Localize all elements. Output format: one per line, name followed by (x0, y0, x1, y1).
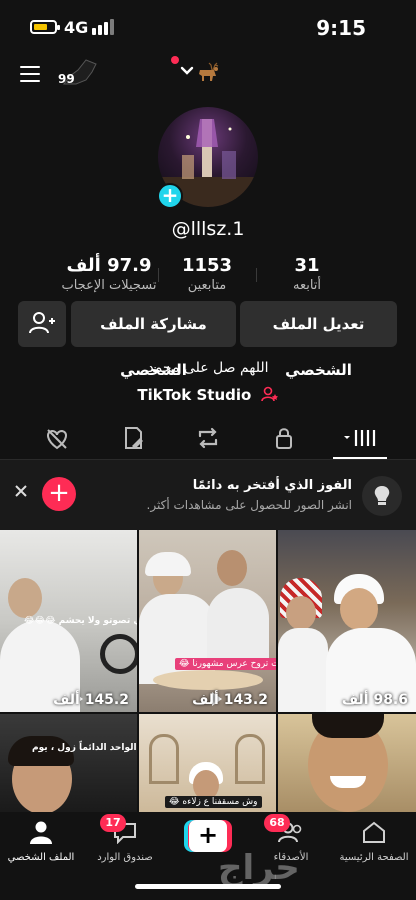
following-label: أتابعه (292, 278, 322, 293)
chevron-down-icon[interactable] (180, 66, 194, 76)
add-friends-button[interactable] (18, 301, 66, 347)
video-thumbnail[interactable]: وش مسقفنا ع زلاءه 😂 (139, 714, 276, 812)
share-profile-button[interactable]: مشاركة الملف الشخصي (71, 301, 236, 379)
video-views: 143.2 ألف (192, 692, 268, 708)
username: @lllsz.1 (171, 218, 245, 240)
likes-label: تسجيلات الإعجاب (61, 278, 157, 293)
thumbnail-person (340, 588, 378, 630)
likes-stat[interactable]: 97.9 ألف تسجيلات الإعجاب (54, 255, 164, 293)
account-notification-dot (171, 56, 179, 64)
studio-user-icon (260, 386, 278, 402)
deer-emoji-icon[interactable] (196, 60, 220, 82)
inbox-badge: 17 (100, 814, 126, 832)
followers-label: متابعين (187, 278, 227, 293)
nav-profile[interactable]: الملف الشخصي (0, 820, 86, 863)
steering-wheel (100, 634, 137, 674)
clock: 9:15 (316, 16, 366, 40)
home-icon (363, 821, 385, 843)
promo-create-button[interactable]: + (42, 477, 76, 511)
video-thumbnail[interactable] (278, 714, 416, 812)
status-bar: 4G 9:15 (0, 0, 416, 56)
network-type: 4G (64, 18, 89, 37)
tiktok-studio-link[interactable]: TikTok Studio (0, 386, 416, 404)
streak-count: 99 (58, 72, 75, 86)
video-thumbnail[interactable]: ابا صحيح صوتي تصوتو ولا يحشم 😂😂😂 145.2 أ… (0, 530, 137, 712)
following-stat[interactable]: 31 أتابعه (252, 255, 362, 293)
friends-badge: 68 (264, 814, 290, 832)
nav-home-label: الصفحة الرئيسية (339, 852, 409, 863)
profile-tabs (0, 418, 416, 460)
video-thumbnail[interactable]: 98.6 ألف (278, 530, 416, 712)
tab-videos[interactable] (342, 424, 378, 452)
thumbnail-tray (153, 670, 263, 690)
thumbnail-ghutra (145, 552, 191, 576)
lightbulb-icon (362, 476, 402, 516)
video-caption: الواحد الدائماً زول ، يوم (32, 743, 137, 753)
thumbnail-hair (312, 714, 384, 738)
video-thumbnail[interactable]: وقت تروح عرس مشهورنا 😂 143.2 ألف (139, 530, 276, 712)
watermark-logo: حراج (218, 848, 300, 888)
home-indicator[interactable] (135, 884, 281, 889)
video-thumbnail[interactable]: الواحد الدائماً زول ، يوم (0, 714, 137, 812)
thumbnail-arch (235, 734, 265, 784)
followers-stat[interactable]: 1153 متابعين (152, 255, 262, 293)
active-tab-indicator (333, 457, 387, 459)
video-views: 98.6 ألف (341, 692, 408, 708)
tab-reposts[interactable] (193, 424, 223, 452)
bio-text: اللهم صل على محمد (147, 360, 269, 376)
promo-title: الفوز الذي أفتخر به دائمًا (192, 478, 352, 493)
video-views: 145.2 ألف (53, 692, 129, 708)
video-caption: وش مسقفنا ع زلاءه 😂 (165, 796, 262, 808)
likes-count: 97.9 ألف (66, 255, 152, 276)
nav-profile-label: الملف الشخصي (7, 852, 75, 863)
add-story-button[interactable]: + (157, 183, 183, 209)
promo-subtitle: انشر الصور للحصول على مشاهدات أكثر. (146, 498, 352, 512)
studio-label: TikTok Studio (137, 386, 252, 404)
following-count: 31 (294, 255, 320, 276)
video-grid: ابا صحيح صوتي تصوتو ولا يحشم 😂😂😂 145.2 أ… (0, 530, 416, 812)
edit-profile-button[interactable]: تعديل الملف الشخصي (240, 301, 397, 379)
video-caption: وقت تروح عرس مشهورنا 😂 (175, 658, 276, 670)
nav-home[interactable]: الصفحة الرئيسية (329, 820, 416, 863)
thumbnail-person (286, 596, 316, 630)
video-caption: ابا صحيح صوتي تصوتو ولا يحشم 😂😂😂 (24, 616, 137, 626)
battery-icon (30, 20, 60, 34)
thumbnail-arch (149, 734, 179, 784)
thumbnail-person (217, 550, 247, 586)
tab-favorites[interactable] (118, 424, 148, 452)
thumbnail-person (8, 578, 42, 618)
nav-inbox-label: صندوق الوارد (97, 852, 153, 863)
close-icon[interactable] (14, 484, 28, 498)
tab-liked[interactable] (42, 424, 72, 452)
thumbnail-thobe (278, 628, 328, 712)
tab-private[interactable] (269, 424, 299, 452)
thumbnail-thobe (207, 588, 269, 668)
menu-icon[interactable] (20, 66, 40, 82)
followers-count: 1153 (181, 255, 233, 276)
profile-icon (30, 821, 52, 844)
add-user-icon (29, 312, 55, 334)
signal-icon (92, 19, 114, 35)
